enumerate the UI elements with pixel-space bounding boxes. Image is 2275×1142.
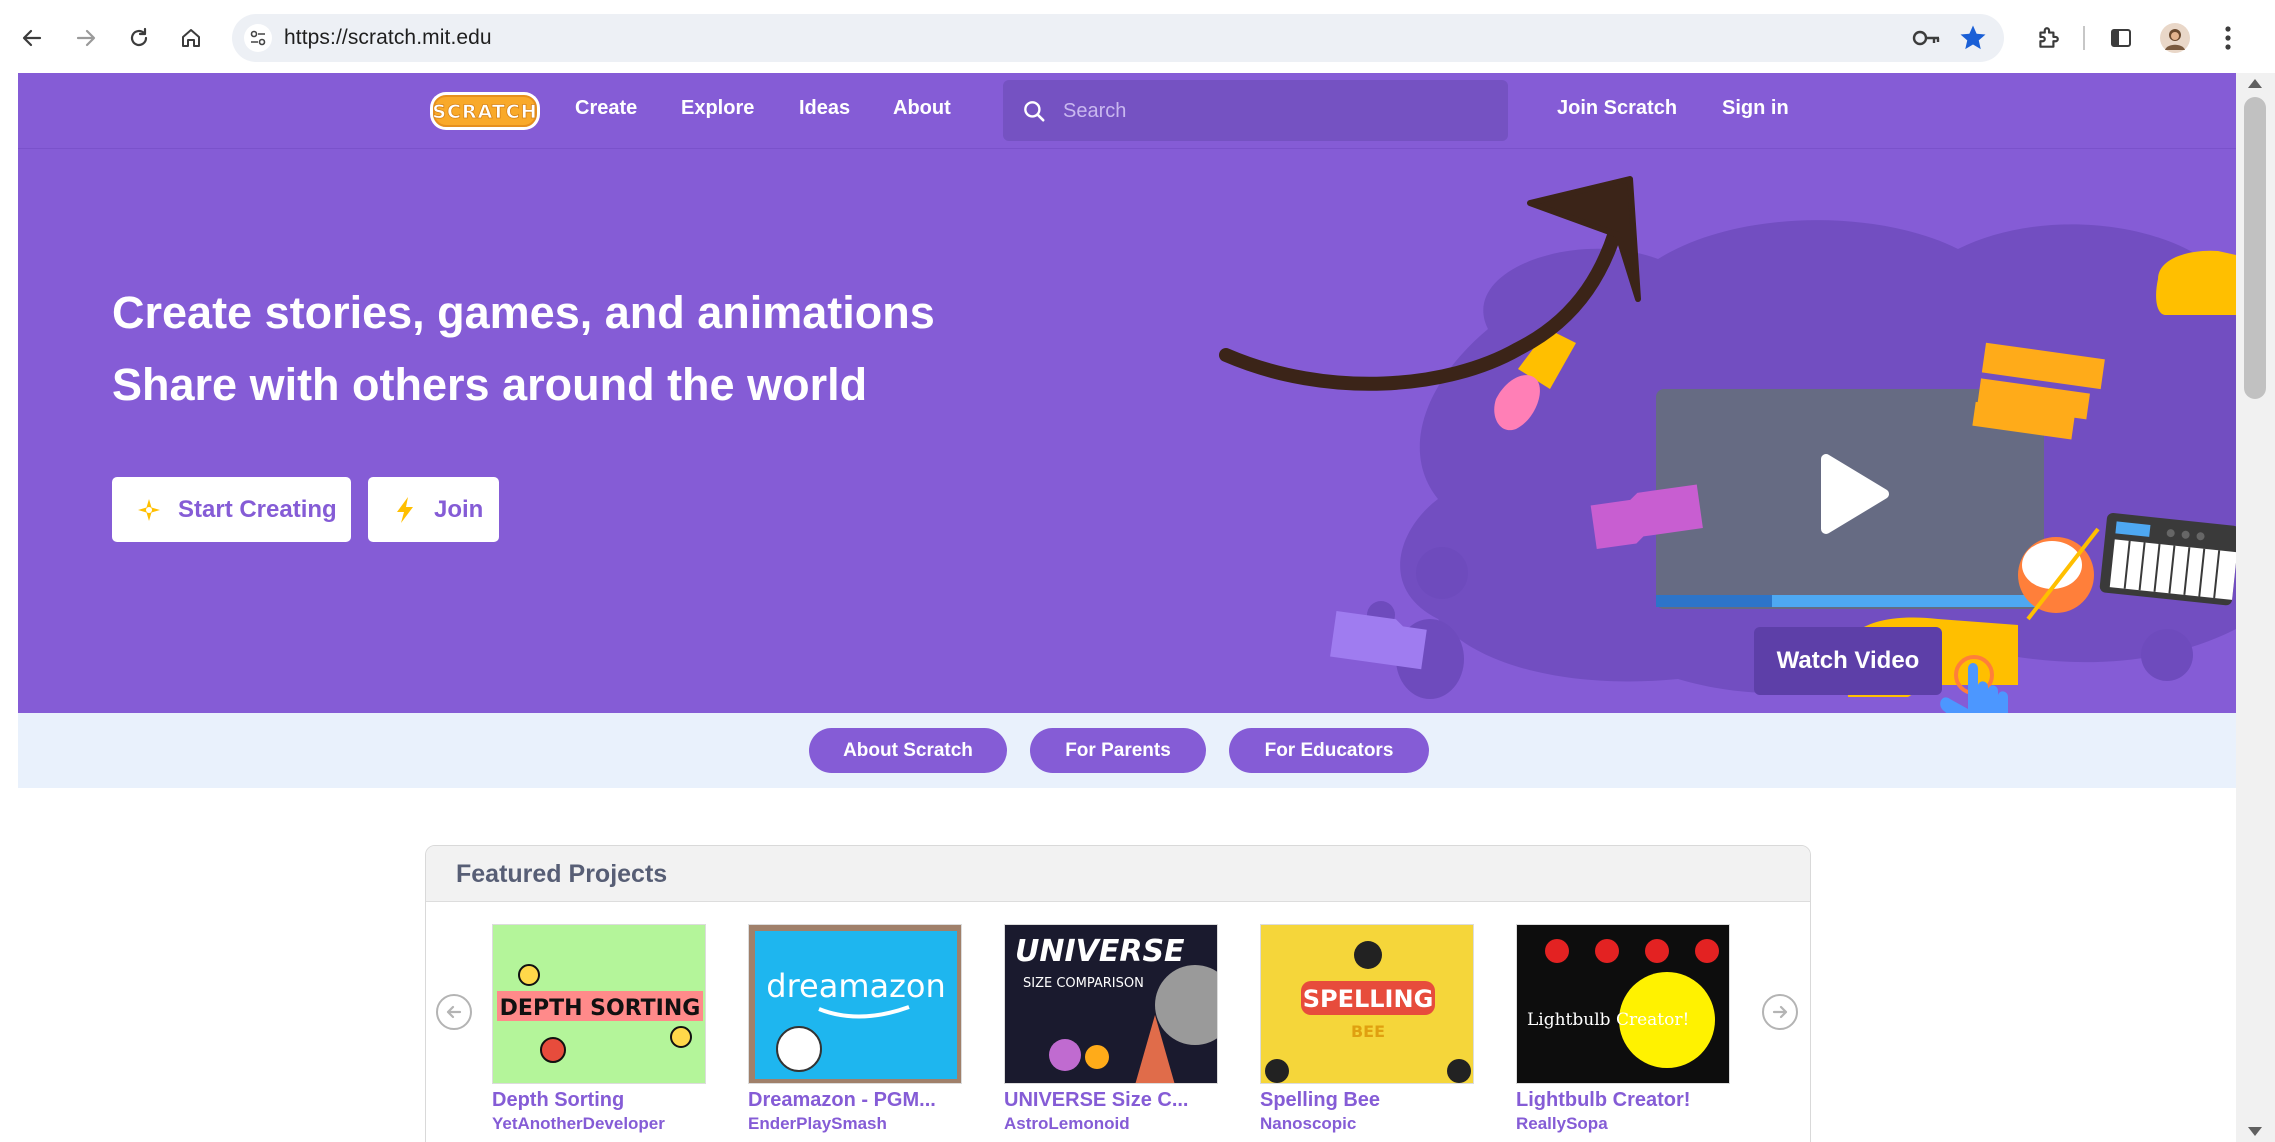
- project-thumbnail[interactable]: UNIVERSE SIZE COMPARISON: [1004, 924, 1218, 1084]
- scratch-page: SCRATCH Create Explore Ideas About Searc…: [18, 73, 2236, 1142]
- project-card[interactable]: UNIVERSE SIZE COMPARISON UNIVERSE Size C…: [1004, 924, 1218, 1134]
- project-author[interactable]: ReallySopa: [1516, 1114, 1730, 1134]
- project-author[interactable]: Nanoscopic: [1260, 1114, 1474, 1134]
- nav-explore-link[interactable]: Explore: [681, 97, 754, 120]
- sign-in-link[interactable]: Sign in: [1722, 97, 1789, 120]
- search-placeholder: Search: [1063, 100, 1127, 122]
- project-title[interactable]: Lightbulb Creator!: [1516, 1089, 1730, 1112]
- svg-text:SCRATCH: SCRATCH: [432, 101, 537, 123]
- hero-banner: Create stories, games, and animations Sh…: [18, 149, 2236, 713]
- scratch-navbar: SCRATCH Create Explore Ideas About Searc…: [18, 73, 2236, 149]
- thumb-text: DEPTH SORTING: [500, 996, 701, 1021]
- project-title[interactable]: Dreamazon - PGM...: [748, 1089, 962, 1112]
- search-icon: [1021, 98, 1047, 129]
- project-thumbnail[interactable]: DEPTH SORTING: [492, 924, 706, 1084]
- project-card[interactable]: dreamazon Dreamazon - PGM... EnderPlaySm…: [748, 924, 962, 1134]
- join-button[interactable]: Join: [368, 477, 499, 542]
- carousel-next-button[interactable]: [1762, 994, 1798, 1030]
- back-icon[interactable]: [12, 18, 52, 58]
- home-icon[interactable]: [171, 18, 211, 58]
- menu-dots-icon[interactable]: [2208, 18, 2248, 58]
- browser-toolbar: https://scratch.mit.edu: [0, 0, 2275, 73]
- join-scratch-link[interactable]: Join Scratch: [1557, 97, 1677, 120]
- scroll-down-arrow-icon[interactable]: [2248, 1127, 2262, 1136]
- extensions-icon[interactable]: [2028, 18, 2068, 58]
- scratch-logo[interactable]: SCRATCH: [428, 89, 542, 133]
- start-creating-label: Start Creating: [178, 495, 337, 523]
- lightning-icon: [388, 493, 422, 527]
- for-educators-button[interactable]: For Educators: [1229, 728, 1429, 773]
- scrollbar-thumb[interactable]: [2244, 97, 2266, 399]
- info-subnav: About Scratch For Parents For Educators: [18, 713, 2236, 788]
- hero-title-line-1: Create stories, games, and animations: [112, 287, 935, 338]
- project-card[interactable]: SPELLING BEE Spelling Bee Nanoscopic: [1260, 924, 1474, 1134]
- address-bar[interactable]: https://scratch.mit.edu: [232, 14, 2004, 62]
- project-thumbnail[interactable]: dreamazon: [748, 924, 962, 1084]
- thumb-text: dreamazon: [766, 967, 946, 1005]
- about-scratch-button[interactable]: About Scratch: [809, 728, 1007, 773]
- toolbar-separator: [2083, 26, 2085, 50]
- project-author[interactable]: AstroLemonoid: [1004, 1114, 1218, 1134]
- site-settings-icon[interactable]: [244, 24, 272, 52]
- scroll-up-arrow-icon[interactable]: [2248, 79, 2262, 88]
- project-thumbnail[interactable]: SPELLING BEE: [1260, 924, 1474, 1084]
- carousel-prev-button[interactable]: [436, 994, 472, 1030]
- project-author[interactable]: YetAnotherDeveloper: [492, 1114, 706, 1134]
- project-title[interactable]: Spelling Bee: [1260, 1089, 1474, 1112]
- thumb-text: SPELLING: [1303, 985, 1434, 1013]
- thumb-subtext: BEE: [1351, 1022, 1385, 1041]
- search-input[interactable]: Search: [1003, 80, 1508, 141]
- join-label: Join: [434, 495, 484, 523]
- project-title[interactable]: UNIVERSE Size C...: [1004, 1089, 1218, 1112]
- hero-title-line-2: Share with others around the world: [112, 359, 868, 410]
- watch-video-button[interactable]: Watch Video: [1754, 627, 1942, 695]
- featured-title: Featured Projects: [456, 860, 668, 888]
- forward-icon[interactable]: [66, 18, 106, 58]
- nav-ideas-link[interactable]: Ideas: [799, 97, 850, 120]
- project-card[interactable]: DEPTH SORTING Depth Sorting YetAnotherDe…: [492, 924, 706, 1134]
- for-parents-button[interactable]: For Parents: [1030, 728, 1206, 773]
- url-text[interactable]: https://scratch.mit.edu: [284, 26, 492, 50]
- nav-about-link[interactable]: About: [893, 97, 951, 120]
- project-card[interactable]: Lightbulb Creator! Lightbulb Creator! Re…: [1516, 924, 1730, 1134]
- project-author[interactable]: EnderPlaySmash: [748, 1114, 962, 1134]
- thumb-subtext: SIZE COMPARISON: [1023, 976, 1144, 991]
- thumb-text: Lightbulb Creator!: [1527, 1010, 1689, 1030]
- featured-header: Featured Projects: [426, 846, 1810, 902]
- thumb-text: UNIVERSE: [1015, 934, 1185, 969]
- password-key-icon[interactable]: [1912, 26, 1942, 55]
- sparkle-icon: [132, 493, 166, 527]
- bookmark-star-icon[interactable]: [1958, 23, 1988, 58]
- profile-avatar[interactable]: [2155, 18, 2195, 58]
- project-title[interactable]: Depth Sorting: [492, 1089, 706, 1112]
- project-thumbnail[interactable]: Lightbulb Creator!: [1516, 924, 1730, 1084]
- featured-projects-box: Featured Projects DEPTH SORTING Depth So…: [425, 845, 1811, 1142]
- arrow-right-icon: [1772, 1005, 1788, 1019]
- start-creating-button[interactable]: Start Creating: [112, 477, 351, 542]
- side-panel-icon[interactable]: [2101, 18, 2141, 58]
- arrow-left-icon: [446, 1005, 462, 1019]
- nav-create-link[interactable]: Create: [575, 97, 637, 120]
- reload-icon[interactable]: [119, 18, 159, 58]
- page-scrollbar[interactable]: [2236, 73, 2275, 1142]
